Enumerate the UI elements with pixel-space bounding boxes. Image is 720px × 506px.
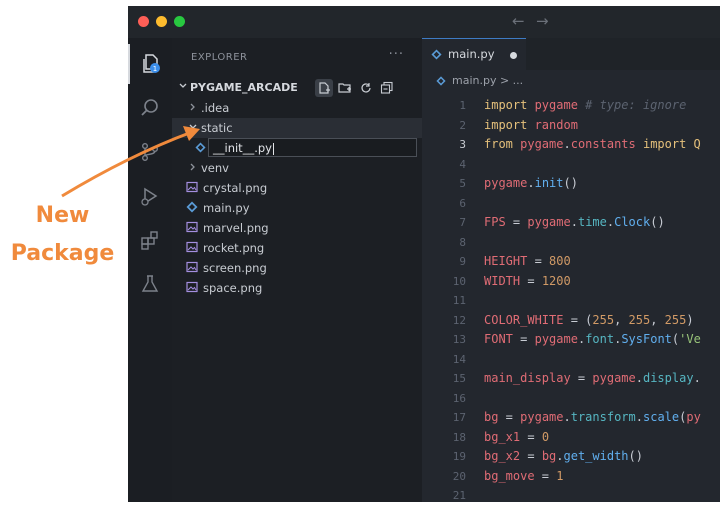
annotation-arrow bbox=[61, 126, 200, 198]
annotation-arrow-line bbox=[61, 130, 193, 198]
